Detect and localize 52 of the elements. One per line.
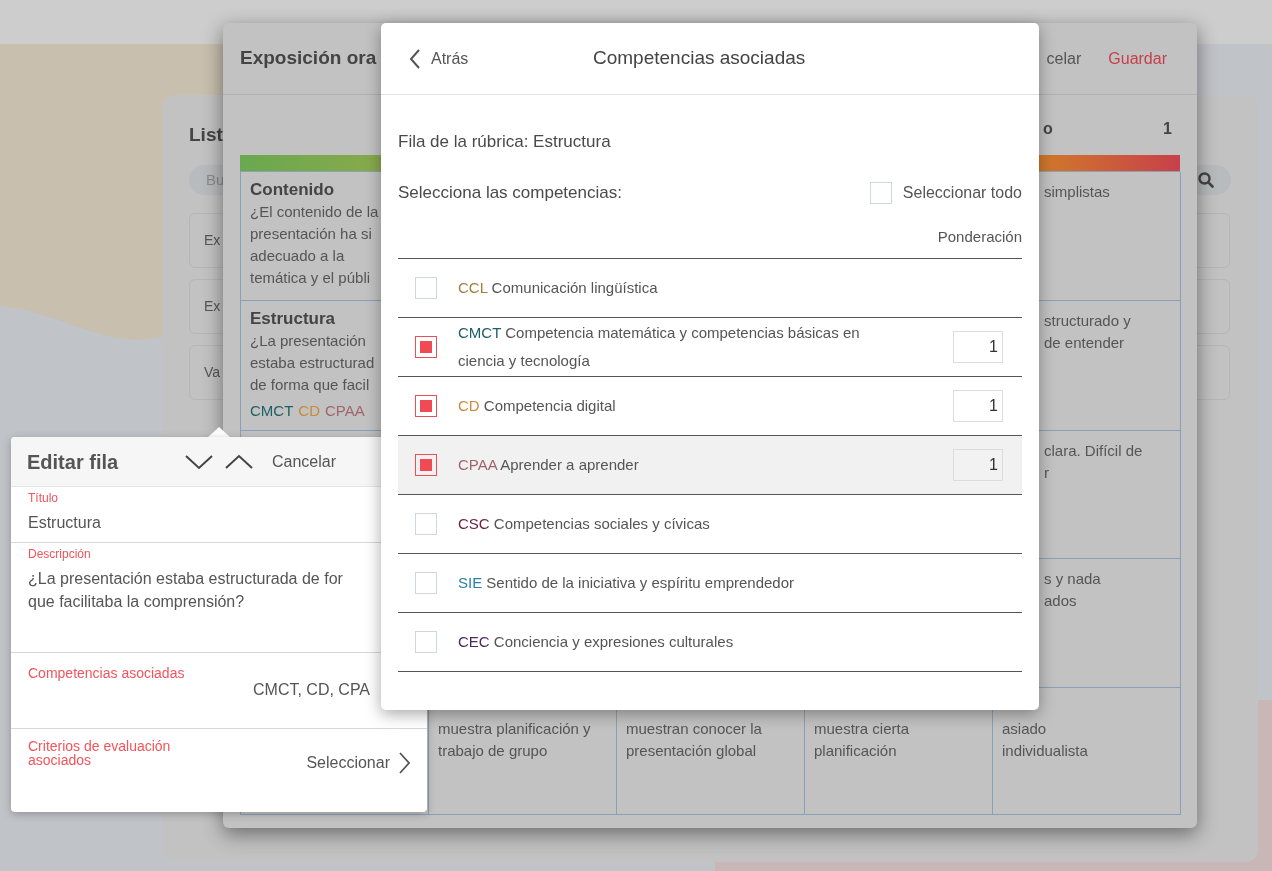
list-title: List: [189, 123, 223, 147]
competency-tag: CPAA: [325, 400, 365, 422]
cancel-button[interactable]: Cancelar: [272, 449, 337, 474]
field-label: Título: [28, 491, 59, 505]
field-value: CMCT, CD, CPA: [253, 680, 371, 700]
competency-label: CEC Conciencia y expresiones culturales: [458, 631, 734, 652]
checkbox[interactable]: [415, 453, 437, 476]
competency-label: SIE Sentido de la iniciativa y espíritu emprendedor: [458, 572, 795, 593]
table-cell-text: asiado individualista: [1002, 719, 1089, 761]
chevron-right-icon: [398, 752, 410, 774]
criterion-description: ¿El contenido de la presentación ha si adecuado a la temática y el públi: [250, 202, 380, 288]
field-label: Criterios de evaluación asociados: [28, 739, 171, 767]
section-label: Selecciona las competencias:: [398, 181, 622, 204]
competency-label: CCL Comunicación lingüística: [458, 277, 658, 298]
search-icon[interactable]: [1198, 172, 1214, 188]
chevron-up-icon[interactable]: [225, 453, 253, 470]
competency-tag: CD: [298, 400, 320, 422]
table-cell-text: muestra cierta planificación: [814, 719, 911, 761]
competency-row[interactable]: CPAA Aprender a aprender 1: [398, 435, 1022, 495]
field-label: Competencias asociadas: [28, 664, 186, 683]
checkbox[interactable]: [415, 335, 437, 358]
field-label: Descripción: [28, 547, 92, 561]
row-label: Fila de la rúbrica: Estructura: [398, 131, 612, 153]
cancel-button[interactable]: celar: [1046, 46, 1082, 71]
criterion-description: ¿La presentación estaba estructurad de forma que facil: [250, 331, 376, 395]
competency-label: CSC Competencias sociales y cívicas: [458, 513, 710, 534]
select-link[interactable]: Seleccionar: [306, 751, 410, 775]
criterion-title: Estructura: [250, 308, 337, 330]
column-header: o: [1043, 119, 1053, 137]
weight-field[interactable]: 1: [953, 389, 1003, 422]
weight-field[interactable]: 1: [953, 448, 1003, 481]
checkbox-label: Seleccionar todo: [902, 182, 1022, 203]
table-cell-text: structurado y de entender: [1044, 311, 1132, 353]
checkbox[interactable]: [415, 394, 437, 417]
table-cell-text: s y nada ados: [1044, 569, 1102, 611]
table-cell-text: simplistas: [1044, 182, 1111, 202]
column-score: 1: [1163, 119, 1172, 137]
competency-tag: CMCT: [250, 400, 294, 422]
dialog-title: Competencias asociadas: [593, 46, 806, 71]
column-header: Ponderación: [937, 226, 1022, 247]
chevron-left-icon: [409, 48, 421, 69]
chevron-down-icon[interactable]: [185, 453, 213, 470]
back-button[interactable]: Atrás: [409, 46, 469, 71]
weight-field[interactable]: 1: [953, 330, 1003, 363]
popover-title: Editar fila: [27, 449, 120, 475]
dialog-title: Exposición ora: [240, 46, 377, 71]
competency-label: CD Competencia digital: [458, 395, 616, 416]
table-cell-text: muestran conocer la presentación global: [626, 719, 763, 761]
table-cell-text: muestra planificación y trabajo de grupo: [438, 719, 592, 761]
competency-label: CMCT Competencia matemática y competencias básicas en ciencia y tecnología: [458, 322, 861, 371]
table-cell-text: clara. Difícil de r: [1044, 441, 1144, 483]
competency-label: CPAA Aprender a aprender: [458, 454, 639, 475]
